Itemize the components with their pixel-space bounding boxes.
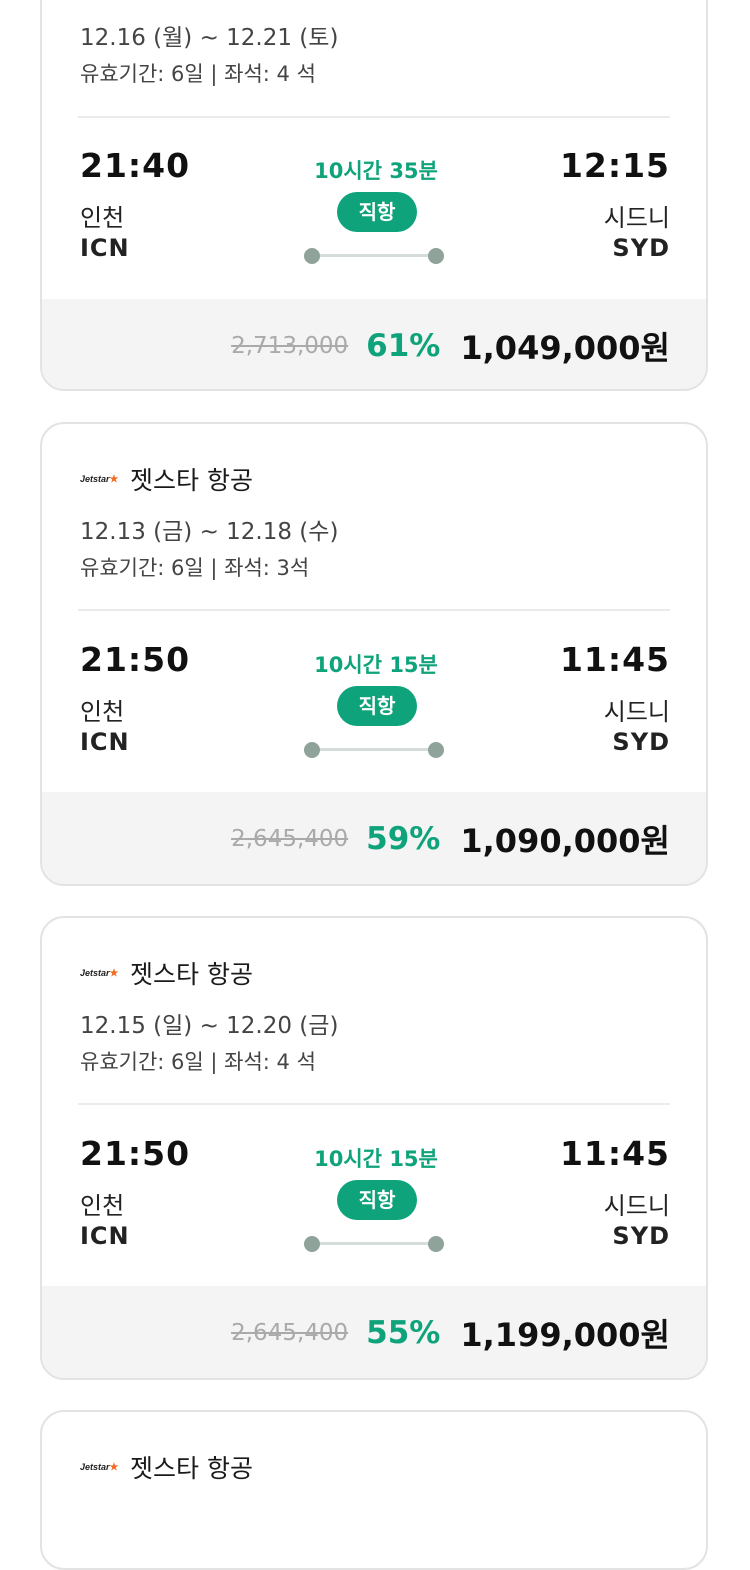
- route-line: [304, 248, 444, 264]
- price-bar: 2,713,000 61% 1,049,000원: [42, 299, 706, 389]
- original-price: 2,713,000: [231, 333, 349, 359]
- arrival-code: SYD: [612, 728, 670, 756]
- jetstar-logo-icon: Jetstar★: [80, 967, 119, 979]
- final-price: 1,090,000원: [460, 822, 670, 860]
- card-divider: [78, 609, 670, 611]
- route-end-dot: [428, 742, 444, 758]
- departure-time: 21:50: [80, 1134, 191, 1173]
- departure-code: ICN: [80, 234, 130, 262]
- flight-duration: 10시간 15분: [314, 1147, 438, 1171]
- departure-city: 인천: [80, 204, 125, 232]
- route-bar: [310, 748, 438, 751]
- arrival-city: 시드니: [603, 698, 670, 726]
- arrival-time: 11:45: [559, 640, 670, 679]
- airline-row: Jetstar★ 젯스타 항공: [80, 462, 253, 496]
- original-price: 2,645,400: [231, 826, 349, 852]
- departure-code: ICN: [80, 728, 130, 756]
- discount-rate: 61%: [366, 328, 441, 364]
- departure-time: 21:40: [80, 146, 191, 185]
- route-end-dot: [428, 1236, 444, 1252]
- validity-seats: 유효기간: 6일 | 좌석: 3석: [80, 556, 310, 580]
- flight-duration: 10시간 15분: [314, 653, 438, 677]
- card-divider: [78, 1103, 670, 1105]
- validity-seats: 유효기간: 6일 | 좌석: 4 석: [80, 62, 316, 86]
- arrival-time: 11:45: [559, 1134, 670, 1173]
- validity-seats: 유효기간: 6일 | 좌석: 4 석: [80, 1050, 316, 1074]
- flight-duration: 10시간 35분: [314, 159, 438, 183]
- arrival-city: 시드니: [603, 204, 670, 232]
- travel-dates: 12.16 (월) ~ 12.21 (토): [80, 25, 339, 51]
- route-start-dot: [304, 742, 320, 758]
- flight-card[interactable]: Jetstar★ 젯스타 항공: [40, 1410, 708, 1570]
- departure-city: 인천: [80, 698, 125, 726]
- price-bar: 2,645,400 59% 1,090,000원: [42, 792, 706, 884]
- departure-code: ICN: [80, 1222, 130, 1250]
- flight-card[interactable]: Jetstar★ 젯스타 항공 12.13 (금) ~ 12.18 (수) 유효…: [40, 422, 708, 886]
- arrival-code: SYD: [612, 1222, 670, 1250]
- arrival-code: SYD: [612, 234, 670, 262]
- departure-time: 21:50: [80, 640, 191, 679]
- flight-card[interactable]: 12.16 (월) ~ 12.21 (토) 유효기간: 6일 | 좌석: 4 석…: [40, 0, 708, 391]
- price-bar: 2,645,400 55% 1,199,000원: [42, 1286, 706, 1378]
- original-price: 2,645,400: [231, 1320, 349, 1346]
- departure-city: 인천: [80, 1192, 125, 1220]
- nonstop-badge: 직항: [337, 192, 417, 232]
- route-line: [304, 1236, 444, 1252]
- card-divider: [78, 116, 670, 118]
- nonstop-badge: 직항: [337, 686, 417, 726]
- travel-dates: 12.13 (금) ~ 12.18 (수): [80, 519, 339, 545]
- route-line: [304, 742, 444, 758]
- airline-row: Jetstar★ 젯스타 항공: [80, 1450, 253, 1484]
- nonstop-badge: 직항: [337, 1180, 417, 1220]
- travel-dates: 12.15 (일) ~ 12.20 (금): [80, 1013, 339, 1039]
- airline-name: 젯스타 항공: [130, 466, 253, 495]
- arrival-city: 시드니: [603, 1192, 670, 1220]
- discount-rate: 55%: [366, 1315, 441, 1351]
- jetstar-logo-icon: Jetstar★: [80, 473, 119, 485]
- route-bar: [310, 1242, 438, 1245]
- jetstar-logo-icon: Jetstar★: [80, 1461, 119, 1473]
- route-start-dot: [304, 248, 320, 264]
- route-start-dot: [304, 1236, 320, 1252]
- final-price: 1,199,000원: [460, 1316, 670, 1354]
- arrival-time: 12:15: [559, 146, 670, 185]
- final-price: 1,049,000원: [460, 329, 670, 367]
- airline-name: 젯스타 항공: [130, 1454, 253, 1483]
- airline-row: Jetstar★ 젯스타 항공: [80, 956, 253, 990]
- airline-name: 젯스타 항공: [130, 960, 253, 989]
- flight-card[interactable]: Jetstar★ 젯스타 항공 12.15 (일) ~ 12.20 (금) 유효…: [40, 916, 708, 1380]
- route-end-dot: [428, 248, 444, 264]
- route-bar: [310, 254, 438, 257]
- discount-rate: 59%: [366, 821, 441, 857]
